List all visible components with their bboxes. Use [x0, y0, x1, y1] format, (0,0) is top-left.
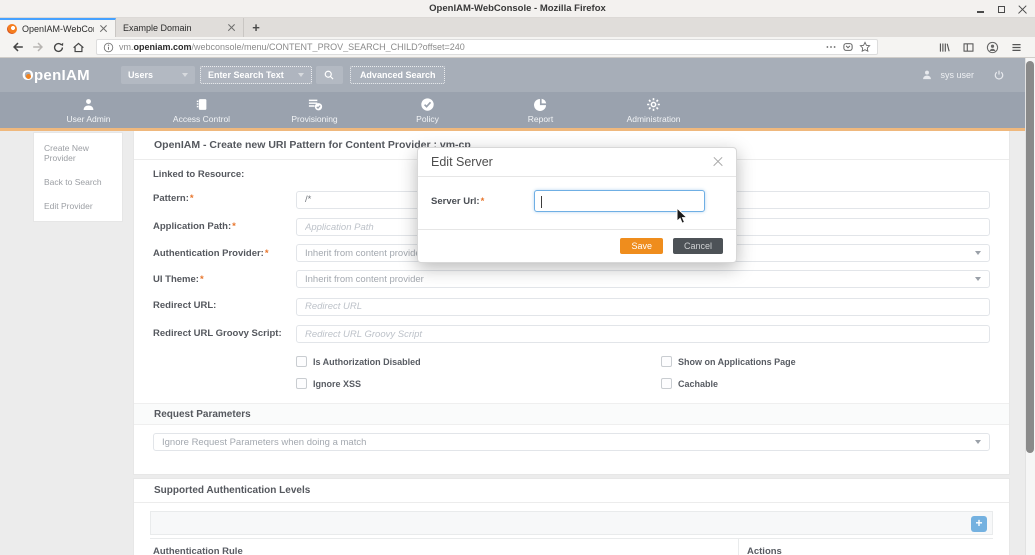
close-tab-icon[interactable]	[99, 24, 108, 33]
nav-item-policy[interactable]: Policy	[371, 92, 484, 128]
server-url-label: Server Url:*	[431, 196, 484, 207]
advanced-search-button[interactable]: Advanced Search	[350, 66, 446, 84]
logo-dot	[26, 74, 31, 79]
logout-power-icon[interactable]	[993, 69, 1005, 81]
openiam-favicon	[7, 24, 17, 34]
window-titlebar: OpenIAM-WebConsole - Mozilla Firefox	[0, 0, 1035, 18]
auth-levels-toolbar: +	[150, 511, 993, 535]
sidebar: Create New Provider Back to Search Edit …	[33, 132, 123, 222]
pattern-label: Pattern:*	[153, 193, 296, 204]
back-button[interactable]	[8, 39, 28, 56]
window-title: OpenIAM-WebConsole - Mozilla Firefox	[429, 3, 606, 14]
user-admin-icon	[81, 97, 96, 112]
access-control-icon	[194, 97, 209, 112]
site-info-icon[interactable]	[103, 42, 114, 53]
tab-example-domain[interactable]: Example Domain	[116, 18, 244, 37]
policy-icon	[420, 97, 435, 112]
chevron-down-icon	[182, 73, 188, 77]
forward-button[interactable]	[28, 39, 48, 56]
search-button[interactable]	[316, 66, 343, 84]
tab-bar: OpenIAM-WebConsole Example Domain +	[0, 18, 1035, 37]
sidebar-item-back-to-search[interactable]: Back to Search	[34, 170, 122, 194]
close-window-icon[interactable]	[1018, 5, 1027, 14]
administration-gear-icon	[646, 97, 661, 112]
user-avatar-icon	[921, 69, 933, 81]
chevron-down-icon	[975, 251, 981, 255]
chevron-down-icon	[975, 277, 981, 281]
username-label[interactable]: sys user	[940, 70, 974, 80]
main-nav: User Admin Access Control Provisioning P…	[0, 92, 1035, 131]
report-pie-icon	[533, 97, 548, 112]
redirect-url-input[interactable]	[296, 298, 990, 316]
auth-levels-panel: Supported Authentication Levels + Authen…	[133, 478, 1010, 555]
redirect-url-groovy-label: Redirect URL Groovy Script:	[153, 328, 296, 339]
modal-title: Edit Server	[431, 155, 493, 169]
maximize-icon[interactable]	[997, 5, 1006, 14]
close-tab-icon[interactable]	[227, 23, 236, 32]
checkbox-icon[interactable]	[661, 378, 672, 389]
ui-theme-label: UI Theme:*	[153, 274, 296, 285]
mouse-cursor	[676, 207, 689, 226]
scrollbar-track[interactable]	[1025, 58, 1035, 555]
text-caret	[541, 196, 542, 208]
nav-item-provisioning[interactable]: Provisioning	[258, 92, 371, 128]
checkbox-cachable[interactable]: Cachable	[661, 375, 990, 392]
nav-item-user-admin[interactable]: User Admin	[32, 92, 145, 128]
minimize-icon[interactable]	[976, 5, 985, 14]
sidebar-item-create-new-provider[interactable]: Create New Provider	[34, 136, 122, 170]
ui-theme-select[interactable]: Inherit from content provider	[296, 270, 990, 288]
browser-toolbar: vm.openiam.com/webconsole/menu/CONTENT_P…	[0, 37, 1035, 58]
nav-item-report[interactable]: Report	[484, 92, 597, 128]
redirect-url-label: Redirect URL:	[153, 300, 296, 311]
application-path-label: Application Path:*	[153, 221, 296, 232]
modal-close-icon[interactable]	[713, 157, 723, 167]
library-icon[interactable]	[938, 41, 951, 54]
page-actions-icon[interactable]	[825, 41, 837, 53]
reload-button[interactable]	[48, 39, 68, 56]
home-button[interactable]	[68, 39, 88, 56]
edit-server-modal: Edit Server Server Url:* Save Cancel	[417, 147, 737, 263]
nav-item-access-control[interactable]: Access Control	[145, 92, 258, 128]
save-button[interactable]: Save	[620, 238, 663, 254]
app-header: OpenIAM Users Enter Search Text Advanced…	[0, 58, 1035, 92]
column-authentication-rule: Authentication Rule	[150, 539, 738, 555]
search-scope-select[interactable]: Users	[121, 66, 195, 84]
search-icon	[323, 69, 335, 81]
chevron-down-icon	[298, 73, 304, 77]
openiam-logo: OpenIAM	[22, 67, 90, 84]
provisioning-icon	[307, 97, 323, 112]
nav-item-administration[interactable]: Administration	[597, 92, 710, 128]
column-actions: Actions	[738, 539, 993, 555]
account-icon[interactable]	[986, 41, 999, 54]
auth-levels-title: Supported Authentication Levels	[134, 479, 1009, 503]
redirect-url-groovy-input[interactable]	[296, 325, 990, 343]
url-text: vm.openiam.com/webconsole/menu/CONTENT_P…	[119, 42, 820, 52]
scrollbar-thumb[interactable]	[1026, 61, 1034, 453]
checkbox-show-on-applications-page[interactable]: Show on Applications Page	[661, 353, 990, 370]
checkbox-is-authorization-disabled[interactable]: Is Authorization Disabled	[296, 353, 661, 370]
tab-openiam-webconsole[interactable]: OpenIAM-WebConsole	[0, 18, 116, 37]
cancel-button[interactable]: Cancel	[673, 238, 723, 254]
search-input[interactable]: Enter Search Text	[200, 66, 312, 84]
tab-label: OpenIAM-WebConsole	[22, 24, 94, 34]
checkbox-icon[interactable]	[661, 356, 672, 367]
sidebar-item-edit-provider[interactable]: Edit Provider	[34, 194, 122, 218]
sidebars-icon[interactable]	[962, 41, 975, 54]
checkbox-ignore-xss[interactable]: Ignore XSS	[296, 375, 661, 392]
menu-icon[interactable]	[1010, 41, 1023, 54]
bookmark-star-icon[interactable]	[859, 41, 871, 53]
checkbox-icon[interactable]	[296, 356, 307, 367]
request-parameters-select[interactable]: Ignore Request Parameters when doing a m…	[153, 433, 990, 451]
pocket-icon[interactable]	[842, 41, 854, 53]
tab-label: Example Domain	[123, 23, 192, 33]
url-bar[interactable]: vm.openiam.com/webconsole/menu/CONTENT_P…	[96, 39, 878, 55]
checkbox-icon[interactable]	[296, 378, 307, 389]
new-tab-button[interactable]: +	[244, 18, 268, 37]
chevron-down-icon	[975, 440, 981, 444]
request-parameters-header: Request Parameters	[134, 403, 1009, 425]
auth-levels-table-header: Authentication Rule Actions	[150, 538, 993, 555]
add-auth-level-button[interactable]: +	[971, 516, 987, 532]
authentication-provider-label: Authentication Provider:*	[153, 248, 296, 259]
